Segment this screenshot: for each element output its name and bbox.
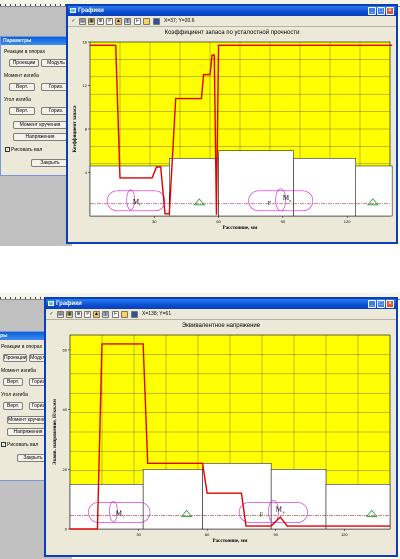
reactions-group-label: Реакции в опорах xyxy=(1,344,43,350)
y-tick-label: 12 xyxy=(83,83,88,88)
y-tick-label: 0 xyxy=(65,527,68,532)
x-tick-label: 60 xyxy=(205,532,210,537)
deflection-group-label: Угол изгиба xyxy=(4,97,31,103)
y-tick-label: 40 xyxy=(63,407,68,412)
parameters-panel: Параметры Реакции в опорах Проекции Моду… xyxy=(0,36,72,176)
y-tick-label: 4 xyxy=(85,170,88,175)
shaft-section xyxy=(270,469,327,530)
projections-button[interactable]: Проекции xyxy=(9,59,39,67)
x-tick-label: 120 xyxy=(341,532,348,537)
y-tick-label: 16 xyxy=(83,40,88,45)
equivalent-stress-chart[interactable]: Mt FM a30 60 90 1200204060Расстояние, ммЭквив… xyxy=(46,299,396,555)
vert-button[interactable]: Верт. xyxy=(9,83,35,91)
stress-button[interactable]: Напряжения xyxy=(13,133,67,141)
x-tick-label: 30 xyxy=(136,532,141,537)
torque-button[interactable]: Момент кручения xyxy=(13,121,67,129)
panel-title: Параметры xyxy=(1,37,71,45)
shaft-section xyxy=(325,483,391,530)
x-tick-label: 120 xyxy=(344,219,351,224)
y-tick-label: 20 xyxy=(63,467,68,472)
graph-window: Графики _ □ × ✓ ▤ ▦ ⊕ # ▲ ▥ F X=138; Y=6… xyxy=(44,297,398,557)
bending-moment-label: Момент изгиба xyxy=(4,73,39,79)
deflection-group-label: Угол изгиба xyxy=(1,392,28,398)
shaft-section xyxy=(169,158,219,217)
screenshot-safety-factor: Параметры Реакции в опорах Проекции Моду… xyxy=(0,0,400,246)
check-icon: ✓ xyxy=(1,442,6,448)
x-tick-label: 90 xyxy=(273,532,278,537)
draw-shaft-checkbox[interactable]: ✓ Рисовать вал xyxy=(1,442,38,448)
shaft-section xyxy=(142,469,203,530)
moment-subscript: a xyxy=(289,198,291,203)
draw-shaft-label: Рисовать вал xyxy=(11,147,43,153)
x-tick-label: 90 xyxy=(281,219,286,224)
vert-button[interactable]: Верт. xyxy=(3,402,23,410)
torque-button[interactable]: Момент кручения xyxy=(7,416,49,424)
shaft-section xyxy=(202,463,272,530)
shaft-section xyxy=(355,165,393,217)
moment-subscript: a xyxy=(283,509,285,514)
safety-factor-chart[interactable]: Mt FM a30 60 90 120481216Расстояние, ммКоэффи… xyxy=(68,6,396,242)
parameters-panel: Параметры Реакции в опорах Проекции Моду… xyxy=(0,331,49,481)
stress-button[interactable]: Напряжения xyxy=(7,428,49,436)
screenshot-equivalent-stress: Параметры Реакции в опорах Проекции Моду… xyxy=(0,293,400,559)
shaft-section xyxy=(293,158,356,217)
x-axis-label: Расстояние, мм xyxy=(213,539,248,544)
panel-title: Параметры xyxy=(0,332,47,340)
bending-moment-label: Момент изгиба xyxy=(1,368,36,374)
projections-button[interactable]: Проекции xyxy=(3,354,27,362)
x-tick-label: 60 xyxy=(216,219,221,224)
y-axis-label: Эквив. напряжение, Н/кв.мм xyxy=(53,398,58,465)
draw-shaft-label: Рисовать вал xyxy=(7,442,39,448)
close-button[interactable]: Закрыть xyxy=(31,159,69,167)
x-tick-label: 30 xyxy=(152,219,157,224)
draw-shaft-checkbox[interactable]: ✓ Рисовать вал xyxy=(5,147,42,153)
reactions-group-label: Реакции в опорах xyxy=(4,49,46,55)
graph-window: Графики _ □ × ✓ ▤ ▦ ⊕ # ▲ ▥ F X=37; Y=20… xyxy=(66,4,398,244)
vert-button[interactable]: Верт. xyxy=(3,378,23,386)
x-axis-label: Расстояние, мм xyxy=(223,226,258,231)
y-axis-label: Коэффициент запаса xyxy=(73,105,78,153)
check-icon: ✓ xyxy=(5,147,10,153)
shaft-section xyxy=(218,150,294,217)
y-tick-label: 60 xyxy=(63,347,68,352)
vert-button[interactable]: Верт. xyxy=(9,107,35,115)
y-tick-label: 8 xyxy=(85,127,88,132)
